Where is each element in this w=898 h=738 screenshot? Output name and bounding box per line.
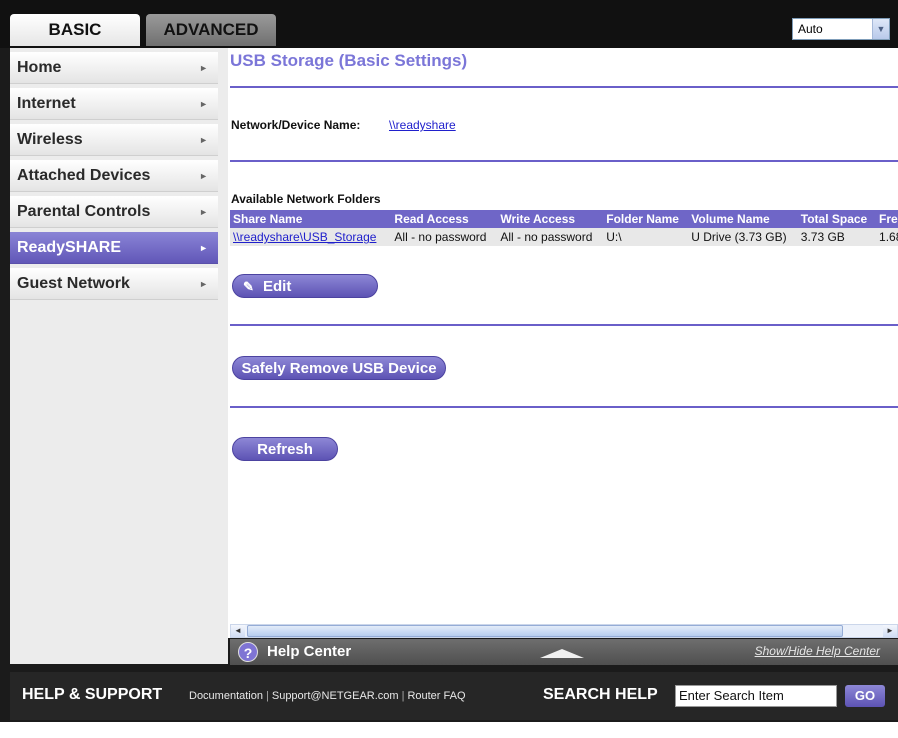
table-cell: U Drive (3.73 GB) [688, 228, 798, 246]
column-header: Volume Name [688, 210, 798, 228]
folders-table: Share Name Read Access Write Access Fold… [230, 210, 898, 246]
sidebar-item-label: ReadySHARE [17, 239, 122, 256]
divider [230, 324, 898, 326]
expand-up-icon[interactable] [540, 649, 584, 658]
link-separator: | [266, 690, 269, 702]
sidebar-item-label: Internet [17, 95, 76, 112]
table-cell: U:\ [603, 228, 689, 246]
column-header: Read Access [391, 210, 498, 228]
sidebar-item-label: Attached Devices [17, 167, 151, 184]
sidebar-item-label: Wireless [17, 131, 83, 148]
sidebar-item-home[interactable]: Home ► [10, 52, 218, 84]
sidebar-item-label: Parental Controls [17, 203, 151, 220]
documentation-link[interactable]: Documentation [189, 690, 263, 702]
table-cell: All - no password [391, 228, 498, 246]
device-name-link[interactable]: \\readyshare [389, 118, 456, 132]
horizontal-scrollbar[interactable]: ◄ ► [230, 624, 898, 638]
sidebar-item-attached-devices[interactable]: Attached Devices ► [10, 160, 218, 192]
chevron-right-icon: ► [199, 63, 208, 73]
divider [230, 86, 898, 88]
router-admin-frame: BASIC ADVANCED Auto ▼ Home ► Internet ► … [0, 0, 898, 722]
refresh-button[interactable]: Refresh [232, 437, 338, 461]
tab-advanced[interactable]: ADVANCED [146, 14, 276, 46]
help-center-title: Help Center [267, 643, 352, 660]
sidebar-item-wireless[interactable]: Wireless ► [10, 124, 218, 156]
column-header: Total Space [797, 210, 877, 228]
main-content: USB Storage (Basic Settings) Network/Dev… [228, 48, 898, 638]
scroll-left-icon[interactable]: ◄ [231, 625, 245, 637]
column-header: Free [876, 210, 898, 228]
device-name-label: Network/Device Name: [231, 118, 361, 132]
help-support-bar: HELP & SUPPORT Documentation | Support@NET… [10, 672, 898, 720]
sidebar-item-parental-controls[interactable]: Parental Controls ► [10, 196, 218, 228]
sidebar-item-label: Home [17, 59, 62, 76]
show-hide-help-link[interactable]: Show/Hide Help Center [755, 644, 880, 658]
go-button[interactable]: GO [845, 685, 885, 707]
search-help-title: SEARCH HELP [543, 686, 658, 703]
divider [230, 160, 898, 162]
sidebar: Home ► Internet ► Wireless ► Attached De… [10, 48, 228, 664]
column-header: Folder Name [603, 210, 689, 228]
sidebar-item-guest-network[interactable]: Guest Network ► [10, 268, 218, 300]
help-support-title: HELP & SUPPORT [22, 686, 163, 703]
language-select[interactable]: Auto ▼ [792, 18, 890, 40]
column-header: Share Name [230, 210, 392, 228]
folders-title: Available Network Folders [231, 192, 381, 206]
chevron-right-icon: ► [199, 243, 208, 253]
chevron-right-icon: ► [199, 135, 208, 145]
divider [230, 406, 898, 408]
sidebar-item-label: Guest Network [17, 275, 130, 292]
search-input[interactable]: Enter Search Item [675, 685, 837, 707]
table-row: \\readyshare\USB_Storage All - no passwo… [230, 228, 898, 246]
top-tab-bar: BASIC ADVANCED Auto ▼ [0, 0, 898, 48]
sidebar-item-internet[interactable]: Internet ► [10, 88, 218, 120]
tab-basic[interactable]: BASIC [10, 14, 140, 46]
page-title: USB Storage (Basic Settings) [230, 51, 468, 70]
pencil-icon: ✎ [243, 279, 254, 294]
table-header-row: Share Name Read Access Write Access Fold… [230, 210, 898, 228]
chevron-right-icon: ► [199, 279, 208, 289]
language-select-value: Auto [798, 22, 823, 36]
edit-button-label: Edit [263, 278, 292, 295]
chevron-right-icon: ► [199, 171, 208, 181]
edit-button[interactable]: ✎ Edit [232, 274, 378, 298]
help-icon[interactable]: ? [238, 642, 258, 662]
safely-remove-usb-button[interactable]: Safely Remove USB Device [232, 356, 446, 380]
sidebar-item-readyshare[interactable]: ReadySHARE ► [10, 232, 218, 264]
help-center-bar: ? Help Center Show/Hide Help Center [230, 639, 898, 665]
column-header: Write Access [497, 210, 604, 228]
support-email-link[interactable]: Support@NETGEAR.com [272, 690, 399, 702]
scroll-right-icon[interactable]: ► [883, 625, 897, 637]
table-cell: 1.68 [876, 228, 898, 246]
table-cell: All - no password [497, 228, 604, 246]
support-links: Documentation | Support@NETGEAR.com | Router… [189, 690, 466, 702]
chevron-down-icon[interactable]: ▼ [872, 19, 889, 39]
scrollbar-thumb[interactable] [247, 625, 843, 637]
chevron-right-icon: ► [199, 99, 208, 109]
router-faq-link[interactable]: Router FAQ [407, 690, 465, 702]
share-name-link[interactable]: \\readyshare\USB_Storage [230, 228, 392, 246]
table-cell: 3.73 GB [797, 228, 877, 246]
chevron-right-icon: ► [199, 207, 208, 217]
